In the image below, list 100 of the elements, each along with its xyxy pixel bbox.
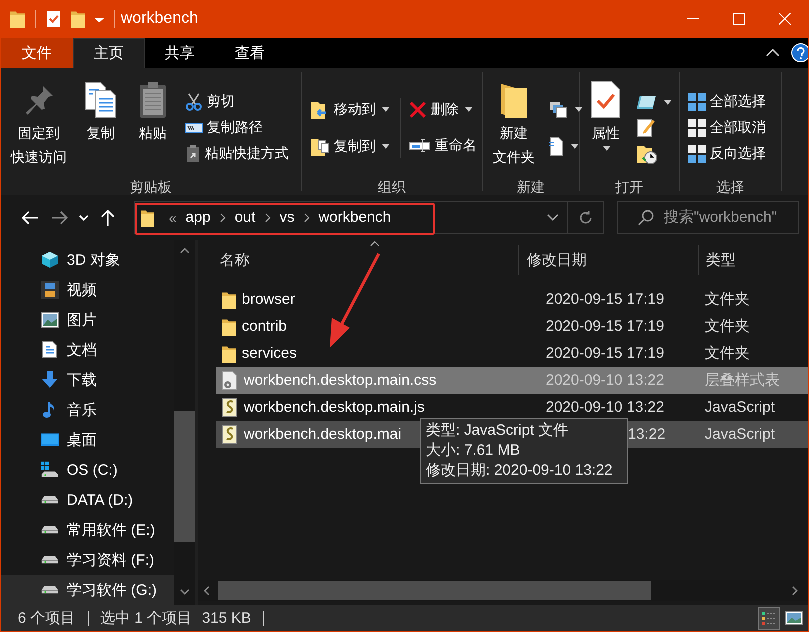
breadcrumb-overflow[interactable]: « xyxy=(169,210,177,226)
ribbon-button[interactable]: 移动到 xyxy=(310,98,390,122)
file-row[interactable]: workbench.desktop.main.js 2020-09-10 13:22 JavaScript xyxy=(216,394,808,421)
ribbon-button[interactable]: 全部取消 xyxy=(688,116,766,140)
search-field[interactable]: 搜索"workbench" xyxy=(617,201,799,234)
chevron-icon xyxy=(220,212,226,222)
chevron-icon xyxy=(304,212,310,222)
file-row[interactable]: browser 2020-09-15 17:19 文件夹 xyxy=(216,286,808,313)
modified-date: 2020-09-10 13:22 xyxy=(546,372,664,389)
file-row[interactable]: contrib 2020-09-15 17:19 文件夹 xyxy=(216,313,808,340)
shortcut-icon xyxy=(185,145,201,163)
book-icon xyxy=(636,93,658,111)
ribbon-button[interactable]: 全部选择 xyxy=(688,90,766,114)
drive-icon xyxy=(41,555,59,565)
ribbon-tab[interactable]: 查看 xyxy=(215,38,285,68)
ribbon-button[interactable]: 反向选择 xyxy=(688,142,766,166)
caret-icon xyxy=(95,16,104,22)
sidebar-item[interactable]: 下载 xyxy=(1,365,174,395)
tooltip-line: 类型: JavaScript 文件 xyxy=(426,421,570,441)
column-header[interactable]: 修改日期 xyxy=(518,245,698,275)
drive-icon xyxy=(41,585,59,595)
tooltip-line: 修改日期: 2020-09-10 13:22 xyxy=(426,461,614,481)
breadcrumb-item[interactable]: workbench xyxy=(318,209,392,226)
file-name: browser xyxy=(242,291,296,308)
breadcrumb-item[interactable]: out xyxy=(234,209,256,226)
sidebar-item[interactable]: 音乐 xyxy=(1,395,174,425)
ribbon-button[interactable]: 删除 xyxy=(409,98,477,122)
maximize-icon xyxy=(733,13,745,25)
chevron-down-icon xyxy=(547,214,559,221)
file-row[interactable]: services 2020-09-15 17:19 文件夹 xyxy=(216,340,808,367)
ribbon-button[interactable]: 粘贴 xyxy=(131,78,175,146)
check-document-icon xyxy=(590,80,622,120)
notepad-icon xyxy=(636,117,656,139)
drive-icon xyxy=(41,461,59,479)
file-name: services xyxy=(242,345,298,362)
caret-icon xyxy=(664,100,672,104)
ribbon-button[interactable]: 剪切 xyxy=(185,90,289,114)
file-type: 文件夹 xyxy=(704,344,751,363)
file-name: workbench.desktop.main.css xyxy=(244,372,437,389)
column-header[interactable]: 名称 xyxy=(198,245,518,275)
drive-icon xyxy=(41,525,59,535)
delete-icon xyxy=(409,100,427,119)
modified-date: 2020-09-15 17:19 xyxy=(546,291,664,308)
modified-date: 2020-09-15 17:19 xyxy=(546,318,664,335)
ribbon-button[interactable]: 复制路径 xyxy=(185,116,289,140)
caret-icon xyxy=(382,107,390,112)
path-icon xyxy=(185,121,203,135)
group-label: 组织 xyxy=(377,178,407,196)
breadcrumb-item[interactable]: vs xyxy=(280,209,295,226)
scissors-icon xyxy=(185,93,203,111)
select-all-icon xyxy=(688,93,706,111)
ribbon-tab[interactable]: 文件 xyxy=(1,38,73,68)
documents-icon xyxy=(83,80,119,120)
ribbon-tab[interactable]: 共享 xyxy=(145,38,215,68)
invert-selection-icon xyxy=(688,145,706,163)
ribbon-tab[interactable]: 主页 xyxy=(73,38,145,68)
rename-icon xyxy=(409,139,431,154)
file-name: workbench.desktop.main.js xyxy=(244,399,425,416)
search-icon xyxy=(638,210,654,226)
sidebar-item[interactable]: 学习软件 (G:) xyxy=(1,575,174,605)
address-bar[interactable]: « app out vs workbench xyxy=(134,201,604,234)
column-header[interactable]: 类型 xyxy=(698,245,808,275)
drive-icon xyxy=(41,495,59,505)
ribbon-button[interactable]: 复制 xyxy=(79,78,123,146)
scroll-up-icon xyxy=(180,248,190,254)
ribbon-button[interactable]: 新建 文件夹 xyxy=(489,78,539,170)
scroll-left-icon xyxy=(204,586,210,596)
group-label: 剪贴板 xyxy=(129,178,173,196)
script-document-icon xyxy=(222,398,238,418)
up-arrow-icon xyxy=(101,210,115,226)
modified-date: 2020-09-15 17:19 xyxy=(546,345,664,362)
ribbon-button[interactable]: 重命名 xyxy=(409,134,477,158)
sidebar-item[interactable]: 文档 xyxy=(1,335,174,365)
copy-folder-icon xyxy=(310,136,330,156)
file-type: 文件夹 xyxy=(704,317,751,336)
breadcrumb-item[interactable]: app xyxy=(186,209,211,226)
caret-icon xyxy=(575,107,583,112)
caret-icon xyxy=(603,146,611,151)
sidebar-item[interactable]: OS (C:) xyxy=(1,455,174,485)
caret-icon xyxy=(465,107,473,112)
desktop-icon xyxy=(41,432,59,448)
modified-date: 2020-09-10 13:22 xyxy=(546,399,664,416)
download-icon xyxy=(41,371,59,389)
chevron-down-icon xyxy=(79,214,89,220)
ribbon-button[interactable]: 复制到 xyxy=(310,134,390,158)
checklist-icon xyxy=(46,10,61,28)
folder-icon xyxy=(222,318,236,336)
ribbon-button[interactable]: 粘贴快捷方式 xyxy=(185,142,289,166)
file-type: 层叠样式表 xyxy=(704,371,781,390)
folder-icon xyxy=(222,290,236,308)
ribbon-button[interactable]: 固定到 快速访问 xyxy=(7,78,71,170)
folder-icon xyxy=(222,344,236,362)
file-row[interactable]: workbench.desktop.main.css 2020-09-10 13:22 层叠样式表 xyxy=(216,367,808,394)
selection-count: 选中 1 个项目 xyxy=(100,608,192,628)
sort-ascending-icon xyxy=(370,241,380,247)
back-arrow-icon xyxy=(22,210,38,224)
ribbon-button[interactable]: 属性 xyxy=(586,78,626,153)
image-icon xyxy=(41,312,59,328)
thumbnail-view-icon xyxy=(785,611,803,625)
view-button[interactable] xyxy=(758,606,780,630)
